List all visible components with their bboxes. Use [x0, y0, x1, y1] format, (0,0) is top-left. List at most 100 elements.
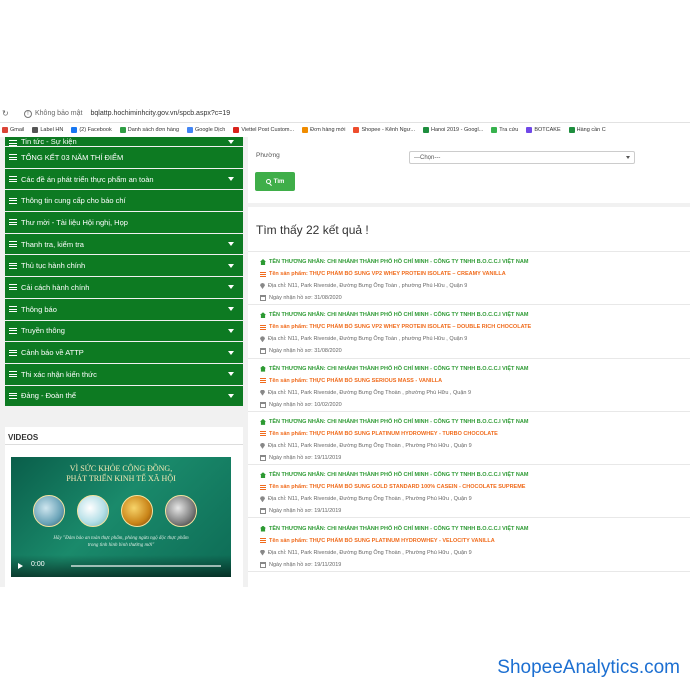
bookmark-item[interactable]: Hanoi 2019 - Googl... [422, 127, 483, 133]
bookmark-label: Gmail [10, 127, 25, 133]
video-progress-track[interactable] [71, 565, 221, 567]
result-item[interactable]: TÊN THƯƠNG NHÂN: CHI NHÁNH THÀNH PHỐ HỒ … [248, 519, 690, 572]
sidebar-item-label: Thủ tục hành chính [21, 261, 86, 271]
result-item[interactable]: TÊN THƯƠNG NHÂN: CHI NHÁNH THÀNH PHỐ HỒ … [248, 305, 690, 359]
sidebar-item[interactable]: Cảnh báo về ATTP [5, 342, 243, 364]
result-product-line[interactable]: Tên sản phẩm: THỰC PHẨM BỔ SUNG VP2 WHEY… [260, 324, 531, 330]
list-icon [9, 371, 17, 378]
result-product-line[interactable]: Tên sản phẩm: THỰC PHẨM BỔ SUNG VP2 WHEY… [260, 271, 506, 277]
list-icon [9, 349, 17, 356]
video-quote-line-2: trong tình hình bình thường mới" [87, 543, 155, 548]
food-photo-icon [77, 495, 109, 527]
bookmark-item[interactable]: Gmail [2, 127, 24, 133]
list-icon [9, 284, 17, 291]
calendar-icon [260, 401, 266, 408]
result-item[interactable]: TÊN THƯƠNG NHÂN: CHI NHÁNH THÀNH PHỐ HỒ … [248, 252, 690, 306]
video-headline-line-2: PHÁT TRIỂN KINH TẾ XÃ HỘI [66, 474, 176, 483]
bookmark-item[interactable]: Label HN [32, 127, 63, 133]
list-icon [9, 262, 17, 269]
sidebar-item[interactable]: Thủ tục hành chính [5, 255, 243, 278]
chevron-down-icon[interactable] [228, 350, 234, 355]
chevron-down-icon[interactable] [228, 328, 234, 333]
videos-panel: VIDEOS VÌ SỨC KHỎE CỘNG ĐỒNG, PHÁT TRIỂN… [5, 427, 243, 587]
result-item[interactable]: TÊN THƯƠNG NHÂN: CHI NHÁNH THÀNH PHỐ HỒ … [248, 412, 690, 466]
home-icon [260, 418, 266, 425]
bookmark-item[interactable]: Google Dịch [187, 127, 225, 133]
chevron-down-icon[interactable] [228, 242, 234, 247]
sidebar-item[interactable]: Cải cách hành chính [5, 277, 243, 299]
result-item[interactable]: TÊN THƯƠNG NHÂN: CHI NHÁNH THÀNH PHỐ HỒ … [248, 359, 690, 412]
bookmark-item[interactable]: Hàng cần C [568, 127, 606, 133]
sidebar-item[interactable]: Thông tin cung cấp cho báo chí [5, 190, 243, 213]
sidebar-item-label: Thông báo [21, 304, 57, 314]
chevron-down-icon[interactable] [228, 177, 234, 182]
result-address: Địa chỉ: N11, Park Riverside, Đường Bưng… [268, 283, 468, 289]
url-text[interactable]: bqlattp.hochiminhcity.gov.vn/spcb.aspx?c… [90, 110, 230, 117]
chevron-down-icon[interactable] [228, 263, 234, 268]
chevron-down-icon[interactable] [228, 372, 234, 377]
calendar-icon [260, 508, 266, 515]
result-date: Ngày nhận hồ sơ: 19/11/2019 [269, 561, 342, 568]
map-pin-icon [260, 549, 265, 556]
result-product-line[interactable]: Tên sản phẩm: THỰC PHẨM BỔ SUNG PLATINUM… [260, 538, 495, 544]
result-product-line[interactable]: Tên sản phẩm: THỰC PHẨM BỔ SUNG GOLD STA… [260, 484, 525, 490]
sidebar-item[interactable]: Các đề án phát triển thực phẩm an toàn [5, 168, 243, 191]
search-button[interactable]: Tìm [255, 172, 295, 191]
sidebar-item[interactable]: Thi xác nhận kiến thức [5, 363, 243, 386]
security-indicator[interactable]: ! Không bảo mật [24, 109, 82, 118]
video-headline-line-1: VÌ SỨC KHỎE CỘNG ĐỒNG, [69, 464, 173, 473]
sidebar-item-label: Thư mời - Tài liệu Hội nghị, Họp [21, 217, 128, 227]
result-address: Địa chỉ: N11, Park Riverside, Đường Bưng… [268, 496, 472, 503]
result-product-line[interactable]: Tên sản phẩm: THỰC PHẨM BỔ SUNG PLATINUM… [260, 431, 498, 437]
bookmark-item[interactable]: Danh sách đơn hàng [119, 127, 179, 133]
sidebar-item[interactable]: Thư mời - Tài liệu Hội nghị, Họp [5, 212, 243, 234]
list-icon [260, 431, 266, 437]
result-address: Địa chỉ: N11, Park Riverside, Đường Bưng… [268, 389, 472, 396]
chevron-down-icon[interactable] [228, 307, 234, 312]
chevron-down-icon[interactable] [228, 285, 234, 290]
result-address-line: Địa chỉ: N11, Park Riverside, Đường Bưng… [260, 283, 467, 289]
chevron-down-icon[interactable] [228, 393, 234, 398]
result-date: Ngày nhận hồ sơ: 31/08/2020 [269, 295, 342, 301]
reload-icon[interactable]: ↻ [2, 109, 24, 118]
sidebar-item[interactable]: Tin tức - Sự kiện [5, 137, 243, 147]
videos-title: VIDEOS [5, 427, 243, 445]
bookmark-item[interactable]: BOTCAKE [526, 127, 561, 133]
calendar-icon [260, 561, 266, 568]
bookmark-item[interactable]: Tra cứu [491, 127, 518, 133]
chevron-down-icon[interactable] [228, 139, 234, 144]
search-button-label: Tìm [273, 178, 285, 185]
bookmark-icon [491, 127, 498, 133]
result-trader-line: TÊN THƯƠNG NHÂN: CHI NHÁNH THÀNH PHỐ HỒ … [260, 472, 528, 479]
sidebar-item[interactable]: TỔNG KẾT 03 NĂM THÍ ĐIỂM [5, 147, 243, 169]
sidebar-item[interactable]: Thông báo [5, 298, 243, 321]
bookmark-item[interactable]: Viettel Post Custom... [233, 127, 294, 133]
result-item[interactable]: TÊN THƯƠNG NHÂN: CHI NHÁNH THÀNH PHỐ HỒ … [248, 465, 690, 519]
home-icon [260, 259, 266, 265]
sidebar-item-label: Cải cách hành chính [21, 282, 90, 292]
result-product: Tên sản phẩm: THỰC PHẨM BỔ SUNG VP2 WHEY… [269, 324, 532, 331]
bookmark-item[interactable]: Shopee - Kênh Ngư... [353, 127, 415, 133]
officer-photo-icon [165, 495, 197, 527]
web-page: Tin tức - Sự kiện TỔNG KẾT 03 NĂM THÍ ĐIỂ… [0, 137, 690, 587]
result-trader: TÊN THƯƠNG NHÂN: CHI NHÁNH THÀNH PHỐ HỒ … [269, 525, 529, 532]
sidebar-item[interactable]: Đảng - Đoàn thể [5, 385, 243, 408]
result-product-line[interactable]: Tên sản phẩm: THỰC PHẨM BỔ SUNG SERIOUS … [260, 378, 442, 384]
video-player[interactable]: VÌ SỨC KHỎE CỘNG ĐỒNG, PHÁT TRIỂN KINH T… [11, 457, 231, 577]
bookmark-item[interactable]: (2) Facebook [71, 127, 112, 133]
sidebar-item[interactable]: Truyền thông [5, 320, 243, 343]
bookmark-item[interactable]: Đơn hàng mới [302, 127, 345, 133]
bookmark-icon [32, 127, 39, 133]
ward-select[interactable]: ---Chọn--- [409, 151, 635, 164]
sidebar-item[interactable]: Thanh tra, kiểm tra [5, 233, 243, 256]
result-product: Tên sản phẩm: THỰC PHẨM BỔ SUNG SERIOUS … [269, 377, 443, 384]
results-count: Tìm thấy 22 kết quả ! [256, 223, 369, 237]
list-icon [260, 538, 266, 543]
sidebar-item-label: Truyền thông [21, 326, 65, 336]
play-icon[interactable] [18, 563, 23, 569]
home-icon [260, 365, 266, 372]
bookmark-label: Đơn hàng mới [310, 127, 346, 133]
result-trader-line: TÊN THƯƠNG NHÂN: CHI NHÁNH THÀNH PHỐ HỒ … [260, 525, 529, 532]
address-bar[interactable]: ↻ ! Không bảo mật bqlattp.hochiminhcity.… [0, 105, 690, 123]
bookmark-icon [526, 127, 533, 133]
